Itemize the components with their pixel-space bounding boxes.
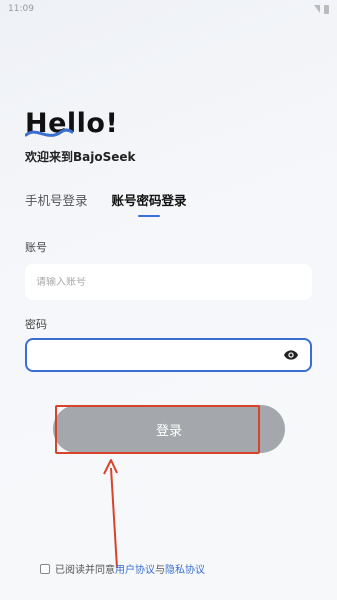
agreement-checkbox[interactable] bbox=[40, 563, 50, 574]
status-time: 11:09 bbox=[8, 4, 34, 14]
status-icons bbox=[314, 4, 329, 14]
battery-icon bbox=[324, 4, 329, 14]
hello-heading-wrap: Hello! bbox=[25, 108, 118, 139]
wifi-icon bbox=[314, 5, 320, 13]
agreement-prefix: 已阅读并同意 bbox=[55, 565, 115, 576]
account-input[interactable] bbox=[36, 276, 301, 288]
status-bar: 11:09 bbox=[0, 0, 337, 18]
login-button[interactable]: 登录 bbox=[53, 405, 285, 453]
account-label: 账号 bbox=[25, 241, 47, 254]
password-input[interactable] bbox=[38, 349, 283, 361]
privacy-policy-link[interactable]: 隐私协议 bbox=[165, 565, 205, 576]
logo-swoosh-icon bbox=[25, 128, 73, 137]
account-field[interactable] bbox=[25, 264, 312, 300]
tab-account-login[interactable]: 账号密码登录 bbox=[112, 190, 187, 209]
agreement-row: 已阅读并同意用户协议与隐私协议 bbox=[40, 561, 205, 576]
eye-icon[interactable] bbox=[283, 347, 299, 363]
login-button-label: 登录 bbox=[155, 423, 182, 439]
user-agreement-link[interactable]: 用户协议 bbox=[115, 565, 155, 576]
welcome-subtitle: 欢迎来到BajoSeek bbox=[25, 150, 136, 164]
password-field[interactable] bbox=[25, 338, 312, 372]
login-tabs: 手机号登录 账号密码登录 bbox=[25, 190, 187, 209]
annotation-arrow-icon bbox=[103, 459, 118, 569]
password-label: 密码 bbox=[25, 318, 47, 331]
agreement-and: 与 bbox=[155, 565, 165, 576]
tab-phone-login[interactable]: 手机号登录 bbox=[25, 190, 88, 209]
